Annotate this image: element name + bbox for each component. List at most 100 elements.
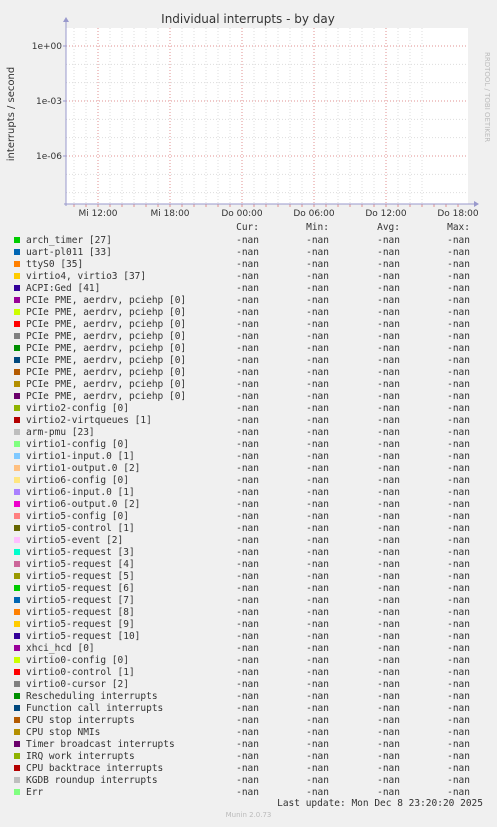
legend-series-name: PCIe PME, aerdrv, pciehp [0] bbox=[26, 343, 187, 354]
legend-value-cur: -nan bbox=[236, 583, 259, 594]
legend-row: Timer broadcast interrupts -nan -nan -nan -n… bbox=[14, 739, 484, 751]
legend-value-max: -nan bbox=[447, 727, 470, 738]
legend-swatch bbox=[14, 513, 20, 519]
legend-series-name: Err bbox=[26, 787, 44, 798]
x-tick-label: Do 00:00 bbox=[221, 209, 263, 219]
legend-series-name: virtio5-request [7] bbox=[26, 595, 135, 606]
legend-series-name: virtio5-request [4] bbox=[26, 559, 135, 570]
legend-series-name: xhci_hcd [0] bbox=[26, 643, 95, 654]
legend-value-min: -nan bbox=[306, 355, 329, 366]
legend-swatch bbox=[14, 441, 20, 447]
legend-value-cur: -nan bbox=[236, 235, 259, 246]
legend-value-avg: -nan bbox=[377, 595, 400, 606]
legend-value-max: -nan bbox=[447, 655, 470, 666]
legend-swatch bbox=[14, 585, 20, 591]
legend-value-max: -nan bbox=[447, 463, 470, 474]
legend-series-name: PCIe PME, aerdrv, pciehp [0] bbox=[26, 331, 187, 342]
legend-series-name: CPU stop interrupts bbox=[26, 715, 135, 726]
x-tick-label: Do 12:00 bbox=[365, 209, 407, 219]
legend-value-min: -nan bbox=[306, 595, 329, 606]
legend-row: PCIe PME, aerdrv, pciehp [0] -nan -nan -nan… bbox=[14, 319, 484, 331]
legend-row: virtio1-input.0 [1] -nan -nan -nan -nan bbox=[14, 451, 484, 463]
legend-value-avg: -nan bbox=[377, 391, 400, 402]
legend-value-avg: -nan bbox=[377, 547, 400, 558]
legend-series-name: virtio6-config [0] bbox=[26, 475, 129, 486]
legend-value-max: -nan bbox=[447, 415, 470, 426]
legend-row: arch_timer [27] -nan -nan -nan -nan bbox=[14, 235, 484, 247]
legend-series-name: PCIe PME, aerdrv, pciehp [0] bbox=[26, 319, 187, 330]
legend-series-name: virtio0-config [0] bbox=[26, 655, 129, 666]
chart-area: Individual interrupts - by day interrupt… bbox=[6, 12, 491, 219]
legend-value-avg: -nan bbox=[377, 271, 400, 282]
legend-value-avg: -nan bbox=[377, 331, 400, 342]
legend-value-avg: -nan bbox=[377, 451, 400, 462]
legend-value-min: -nan bbox=[306, 379, 329, 390]
legend-value-min: -nan bbox=[306, 667, 329, 678]
legend-swatch bbox=[14, 369, 20, 375]
legend-value-cur: -nan bbox=[236, 667, 259, 678]
legend-series-name: virtio1-config [0] bbox=[26, 439, 129, 450]
rrdtool-watermark: RRDTOOL / TOBI OETIKER bbox=[483, 52, 491, 142]
legend-value-min: -nan bbox=[306, 571, 329, 582]
legend-value-avg: -nan bbox=[377, 751, 400, 762]
legend-value-cur: -nan bbox=[236, 739, 259, 750]
legend-value-max: -nan bbox=[447, 259, 470, 270]
legend-value-max: -nan bbox=[447, 235, 470, 246]
legend-value-min: -nan bbox=[306, 547, 329, 558]
legend-value-cur: -nan bbox=[236, 523, 259, 534]
legend-series-name: virtio6-input.0 [1] bbox=[26, 487, 135, 498]
legend-swatch bbox=[14, 765, 20, 771]
legend-series-name: virtio1-input.0 [1] bbox=[26, 451, 135, 462]
legend-swatch bbox=[14, 705, 20, 711]
legend-swatch bbox=[14, 537, 20, 543]
legend-value-avg: -nan bbox=[377, 667, 400, 678]
legend-row: virtio5-request [9] -nan -nan -nan -nan bbox=[14, 619, 484, 631]
legend-value-min: -nan bbox=[306, 499, 329, 510]
legend-row: virtio6-output.0 [2] -nan -nan -nan -nan bbox=[14, 499, 484, 511]
legend-value-cur: -nan bbox=[236, 703, 259, 714]
legend-value-max: -nan bbox=[447, 547, 470, 558]
legend-row: virtio1-output.0 [2] -nan -nan -nan -nan bbox=[14, 463, 484, 475]
legend-value-avg: -nan bbox=[377, 739, 400, 750]
legend-value-avg: -nan bbox=[377, 691, 400, 702]
legend-swatch bbox=[14, 753, 20, 759]
legend-row: CPU backtrace interrupts -nan -nan -nan -nan bbox=[14, 763, 484, 775]
legend-value-min: -nan bbox=[306, 643, 329, 654]
legend-swatch bbox=[14, 489, 20, 495]
legend-value-avg: -nan bbox=[377, 679, 400, 690]
legend-value-cur: -nan bbox=[236, 463, 259, 474]
legend-row: virtio5-config [0] -nan -nan -nan -nan bbox=[14, 511, 484, 523]
legend-swatch bbox=[14, 249, 20, 255]
legend-value-cur: -nan bbox=[236, 715, 259, 726]
legend-value-avg: -nan bbox=[377, 499, 400, 510]
legend-value-cur: -nan bbox=[236, 367, 259, 378]
legend-value-avg: -nan bbox=[377, 727, 400, 738]
legend-value-min: -nan bbox=[306, 283, 329, 294]
legend-series-name: ACPI:Ged [41] bbox=[26, 283, 101, 294]
legend-series-name: CPU stop NMIs bbox=[26, 727, 101, 738]
legend-value-min: -nan bbox=[306, 331, 329, 342]
legend-value-avg: -nan bbox=[377, 535, 400, 546]
legend-series-name: virtio5-request [6] bbox=[26, 583, 135, 594]
legend-swatch bbox=[14, 429, 20, 435]
legend-row: ACPI:Ged [41] -nan -nan -nan -nan bbox=[14, 283, 484, 295]
x-axis-arrow bbox=[474, 201, 479, 207]
legend-swatch bbox=[14, 525, 20, 531]
legend-value-avg: -nan bbox=[377, 607, 400, 618]
legend-value-min: -nan bbox=[306, 307, 329, 318]
legend-swatch bbox=[14, 333, 20, 339]
legend-value-min: -nan bbox=[306, 235, 329, 246]
legend-series-name: virtio5-request [9] bbox=[26, 619, 135, 630]
legend-value-cur: -nan bbox=[236, 691, 259, 702]
legend-row: arm-pmu [23] -nan -nan -nan -nan bbox=[14, 427, 484, 439]
legend-value-min: -nan bbox=[306, 751, 329, 762]
legend-value-cur: -nan bbox=[236, 595, 259, 606]
legend-row: virtio5-control [1] -nan -nan -nan -nan bbox=[14, 523, 484, 535]
legend-value-cur: -nan bbox=[236, 319, 259, 330]
legend-value-cur: -nan bbox=[236, 475, 259, 486]
legend-value-avg: -nan bbox=[377, 247, 400, 258]
legend-value-min: -nan bbox=[306, 739, 329, 750]
legend-value-cur: -nan bbox=[236, 439, 259, 450]
legend-value-cur: -nan bbox=[236, 787, 259, 798]
legend-row: PCIe PME, aerdrv, pciehp [0] -nan -nan -nan… bbox=[14, 307, 484, 319]
